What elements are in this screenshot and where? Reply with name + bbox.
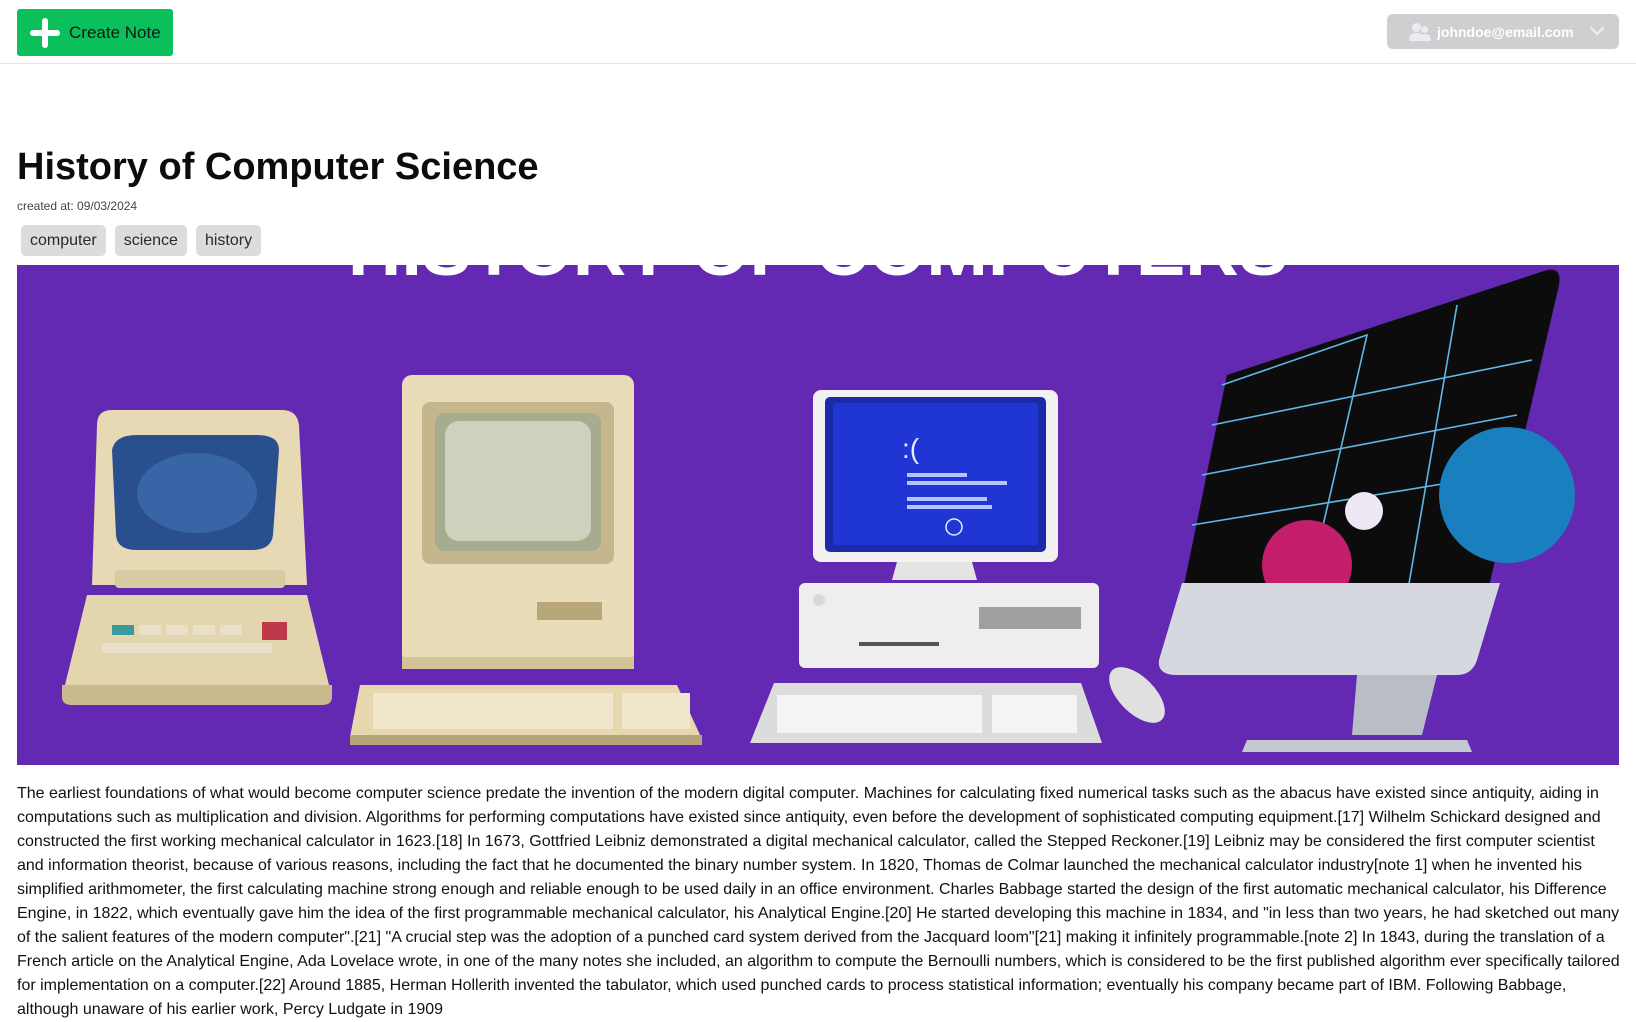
- note-image: HISTORY OF COMPUTERS: [17, 265, 1619, 765]
- tag-chip[interactable]: science: [114, 225, 187, 256]
- created-date: created at: 09/03/2024: [17, 199, 138, 213]
- create-note-label: Create Note: [69, 22, 161, 42]
- top-bar: Create Note johndoe@email.com: [0, 0, 1636, 64]
- plus-icon: [30, 17, 60, 48]
- create-note-button[interactable]: Create Note: [17, 9, 173, 56]
- tag-chip[interactable]: computer: [21, 225, 106, 256]
- classic-compact-illustration: [350, 375, 702, 745]
- users-icon: [1409, 22, 1431, 41]
- retro-terminal-illustration: [62, 410, 332, 705]
- desktop-pc-illustration: :(: [750, 390, 1165, 743]
- screen-face-text: :(: [902, 433, 920, 464]
- user-email: johndoe@email.com: [1437, 23, 1574, 40]
- tag-list: computer science history: [21, 225, 262, 256]
- tag-chip[interactable]: history: [195, 225, 262, 256]
- note-title: History of Computer Science: [17, 146, 539, 188]
- note-body: The earliest foundations of what would b…: [17, 785, 1620, 1018]
- chevron-down-icon: [1589, 26, 1605, 36]
- user-menu-dropdown[interactable]: johndoe@email.com: [1387, 14, 1619, 49]
- banner-text: HISTORY OF COMPUTERS: [348, 265, 1288, 291]
- modern-all-in-one-illustration: [1158, 269, 1575, 752]
